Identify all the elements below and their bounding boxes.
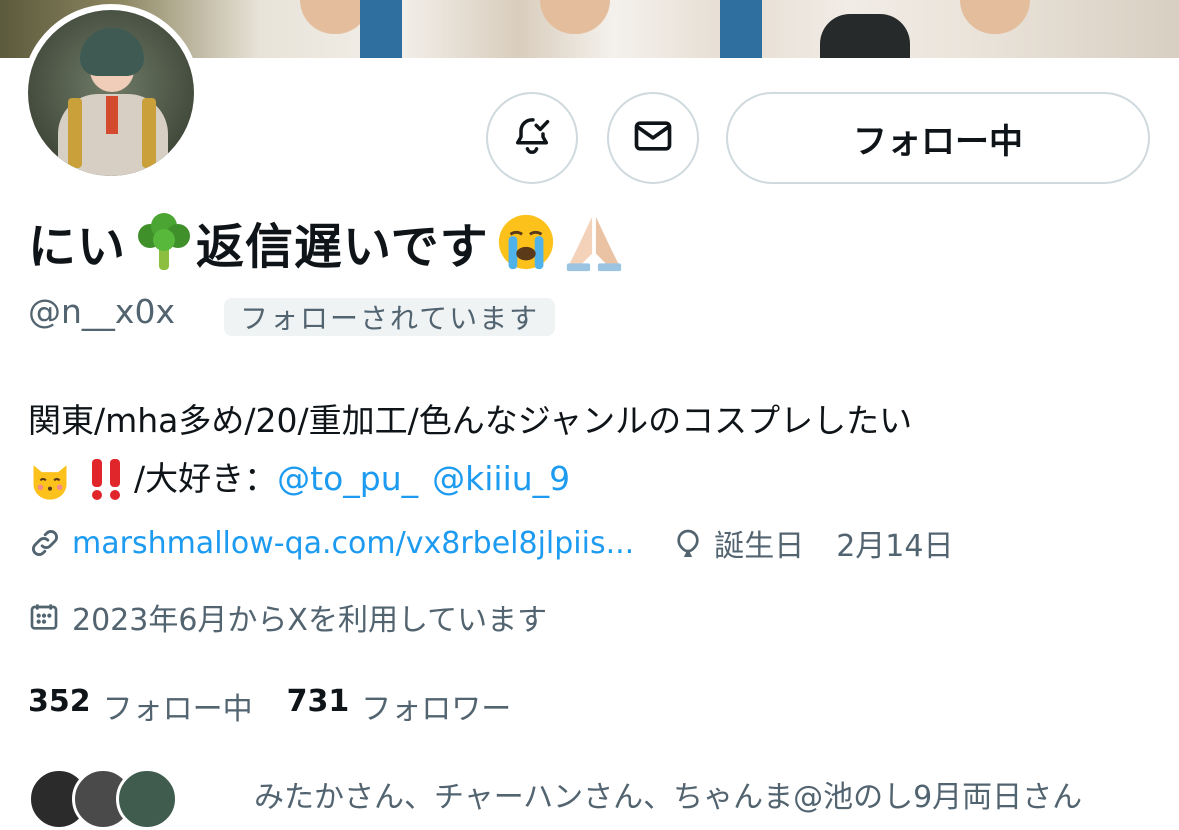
website-link[interactable]: marshmallow-qa.com/vx8rbel8jlpiis... [72,526,634,561]
profile-avatar[interactable] [22,4,200,182]
mail-icon [631,114,675,162]
broccoli-emoji-icon [132,210,196,274]
profile-bio: 関東/mha多め/20/重加工/色んなジャンルのコスプレしたい /大好き： @t… [28,392,1148,508]
display-name-text: にい [28,219,127,275]
bio-line: 関東/mha多め/20/重加工/色んなジャンルのコスプレしたい [28,401,913,440]
folded-hands-emoji-icon [563,211,625,273]
following-button[interactable]: フォロー中 [726,92,1150,184]
banner-photo-detail [360,0,402,58]
crying-face-emoji-icon [495,211,557,273]
banner-photo-detail [720,0,762,58]
bio-line: /大好き： @to_pu_ @kiiiu_9 [28,450,1148,508]
double-exclamation-icon [86,457,128,501]
notifications-button[interactable] [486,92,578,184]
calendar-icon [28,601,60,633]
birthday-label: 誕生日 [714,529,805,564]
following-stat[interactable]: 352 フォロー中 [28,684,253,728]
message-button[interactable] [607,92,699,184]
followed-by-row[interactable]: みたかさん、チャーハンさん、ちゃんま@池のし9月両日さん [28,768,1082,830]
banner-photo-detail [960,0,1030,34]
kissing-cat-emoji-icon [28,457,72,501]
followed-by-text: みたかさん、チャーハンさん、ちゃんま@池のし9月両日さん [254,780,1083,815]
link-icon [28,526,62,560]
mention-link[interactable]: @kiiiu_9 [432,450,570,508]
follows-you-badge: フォローされています [224,298,556,336]
user-handle: @n__x0x [28,292,175,331]
bell-check-icon [510,114,554,162]
birthday-value: 2月14日 [836,529,954,564]
following-count: 352 [28,684,91,719]
bio-text: /大好き： [134,459,278,498]
followers-label: フォロワー [361,692,512,727]
followers-count: 731 [286,684,350,719]
avatar-image [28,10,194,176]
following-label: フォロー中 [102,692,253,727]
balloon-icon [672,526,704,560]
mention-link[interactable]: @to_pu_ [277,450,418,508]
display-name-text: 返信遅いです [196,219,489,275]
followers-stat[interactable]: 731 フォロワー [287,684,512,728]
follow-stats: 352 フォロー中 731 フォロワー [28,684,511,728]
banner-photo-detail [540,0,610,34]
avatar [116,768,178,830]
banner-photo-detail [820,14,910,58]
join-date: 2023年6月からXを利用しています [28,594,547,640]
display-name: にい 返信遅いです [28,206,625,278]
profile-meta: marshmallow-qa.com/vx8rbel8jlpiis... 誕生日… [28,520,953,566]
join-date-text: 2023年6月からXを利用しています [72,603,548,638]
following-button-label: フォロー中 [853,121,1023,162]
